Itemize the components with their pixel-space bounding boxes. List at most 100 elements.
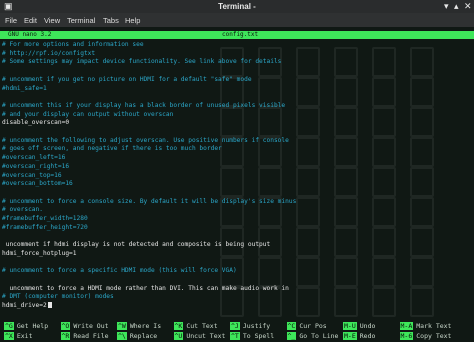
shortcut-key: ^O <box>60 322 71 330</box>
file-icon <box>410 137 434 167</box>
shortcut-key: ^T <box>230 332 240 340</box>
shortcut-key: ^R <box>60 332 71 340</box>
menu-help[interactable]: Help <box>125 16 140 25</box>
shortcut-uncut-text[interactable]: ^U Uncut Text <box>173 332 226 340</box>
file-icon <box>372 287 396 317</box>
text-line[interactable]: #overscan_bottom=16 <box>2 180 73 187</box>
file-icon <box>372 77 396 107</box>
text-line[interactable]: #hdmi_safe=1 <box>2 85 47 92</box>
shortcut-key: ^_ <box>286 332 297 340</box>
text-line[interactable]: # goes off screen, and negative if there… <box>2 145 222 152</box>
menu-view[interactable]: View <box>44 16 60 25</box>
nano-version: GNU nano 3.2 <box>8 31 52 38</box>
shortcut-key: M-U <box>343 322 357 330</box>
file-icon <box>296 77 320 107</box>
file-icon <box>296 227 320 257</box>
text-cursor <box>47 302 52 308</box>
file-icon <box>372 227 396 257</box>
text-line[interactable]: hdmi_force_hotplug=1 <box>2 250 77 257</box>
shortcut-key: M-6 <box>399 332 414 340</box>
minimize-icon[interactable]: ▾ <box>444 1 449 12</box>
text-line[interactable]: # uncomment if you get no picture on HDM… <box>2 76 252 83</box>
file-icon <box>220 107 244 137</box>
text-line[interactable]: #framebuffer_height=720 <box>2 224 88 231</box>
file-icon <box>258 167 282 197</box>
shortcut-key: M-E <box>343 332 357 340</box>
shortcut-mark-text[interactable]: M-A Mark Text <box>399 322 451 330</box>
shortcut-key: ^J <box>230 322 240 330</box>
text-line[interactable]: # For more options and information see <box>2 41 144 48</box>
text-line[interactable]: uncomment to force a HDMI mode rather th… <box>2 285 288 292</box>
shortcut-label: Redo <box>359 332 376 340</box>
file-icon <box>410 257 434 287</box>
text-line[interactable]: #overscan_right=16 <box>2 163 69 170</box>
text-line[interactable]: # http://rpf.io/configtxt <box>2 50 95 57</box>
shortcut-go-to-line[interactable]: ^_ Go To Line <box>286 332 338 340</box>
file-icon <box>334 167 358 197</box>
shortcut-key: ^C <box>286 322 297 330</box>
shortcut-label: Cut Text <box>186 322 218 330</box>
shortcut-label: Uncut Text <box>186 332 226 340</box>
close-icon[interactable]: ✕ <box>464 1 472 12</box>
text-line[interactable]: disable_overscan=0 <box>2 119 69 126</box>
shortcut-cut-text[interactable]: ^K Cut Text <box>173 322 218 330</box>
shortcut-key: ^U <box>173 332 184 340</box>
shortcut-label: Undo <box>359 322 376 330</box>
file-name: config.txt <box>222 31 259 38</box>
nano-editor[interactable]: GNU nano 3.2 config.txt # For more optio… <box>0 27 474 342</box>
shortcut-replace[interactable]: ^\ Replace <box>117 332 157 340</box>
file-icon <box>372 167 396 197</box>
menu-bar: File Edit View Terminal Tabs Help <box>0 13 474 27</box>
shortcut-label: Get Help <box>16 322 49 330</box>
shortcut-label: Justify <box>242 322 271 330</box>
file-icon <box>372 47 396 77</box>
shortcut-undo[interactable]: M-U Undo <box>343 322 375 330</box>
text-line[interactable]: #framebuffer_width=1280 <box>2 215 88 222</box>
file-icon <box>296 47 320 77</box>
text-line[interactable]: # and your display can output without ov… <box>2 111 173 118</box>
file-icon <box>372 137 396 167</box>
shortcut-label: To Spell <box>242 332 275 340</box>
shortcut-key: ^W <box>117 322 127 330</box>
file-icon <box>334 137 358 167</box>
text-line[interactable]: # overscan. <box>2 206 43 213</box>
file-icon <box>372 107 396 137</box>
text-line[interactable]: # uncomment to force a console size. By … <box>2 198 296 205</box>
shortcut-exit[interactable]: ^X Exit <box>4 332 32 340</box>
file-icon <box>258 257 282 287</box>
shortcut-label: Exit <box>16 332 33 340</box>
text-line[interactable]: hdmi_drive=2 <box>2 302 52 309</box>
text-line[interactable]: # uncomment to force a specific HDMI mod… <box>2 267 237 274</box>
shortcut-cur-pos[interactable]: ^C Cur Pos <box>286 322 327 330</box>
text-line[interactable]: #overscan_left=16 <box>2 154 65 161</box>
shortcut-where-is[interactable]: ^W Where Is <box>117 322 161 330</box>
text-line[interactable]: # DMT (computer monitor) modes <box>2 293 114 300</box>
shortcut-label: Replace <box>129 332 158 340</box>
maximize-icon[interactable]: ▴ <box>454 1 459 12</box>
text-line[interactable]: # Some settings may impact device functi… <box>2 58 281 65</box>
shortcut-justify[interactable]: ^J Justify <box>230 322 270 330</box>
shortcut-to-spell[interactable]: ^T To Spell <box>230 332 274 340</box>
shortcut-redo[interactable]: M-E Redo <box>343 332 375 340</box>
menu-terminal[interactable]: Terminal <box>67 16 95 25</box>
title-bar: ▣ Terminal - ▾ ▴ ✕ <box>0 0 474 13</box>
window-title: Terminal - <box>218 2 256 11</box>
text-line[interactable]: #overscan_top=16 <box>2 172 62 179</box>
file-icon <box>372 257 396 287</box>
text-line[interactable]: # uncomment this if your display has a b… <box>2 102 285 109</box>
shortcut-get-help[interactable]: ^G Get Help <box>4 322 48 330</box>
menu-tabs[interactable]: Tabs <box>103 16 119 25</box>
shortcut-read-file[interactable]: ^R Read File <box>60 332 109 340</box>
menu-file[interactable]: File <box>5 16 17 25</box>
file-icon <box>296 137 320 167</box>
shortcut-key: ^K <box>173 322 184 330</box>
text-line[interactable]: uncomment if hdmi display is not detecte… <box>2 241 271 248</box>
shortcut-copy-text[interactable]: M-6 Copy Text <box>399 332 451 340</box>
shortcut-key: ^X <box>4 332 14 340</box>
file-icon <box>334 227 358 257</box>
text-line[interactable]: # uncomment the following to adjust over… <box>2 137 289 144</box>
menu-edit[interactable]: Edit <box>24 16 37 25</box>
shortcut-write-out[interactable]: ^O Write Out <box>60 322 109 330</box>
file-icon <box>410 47 434 77</box>
file-icon <box>334 197 358 227</box>
